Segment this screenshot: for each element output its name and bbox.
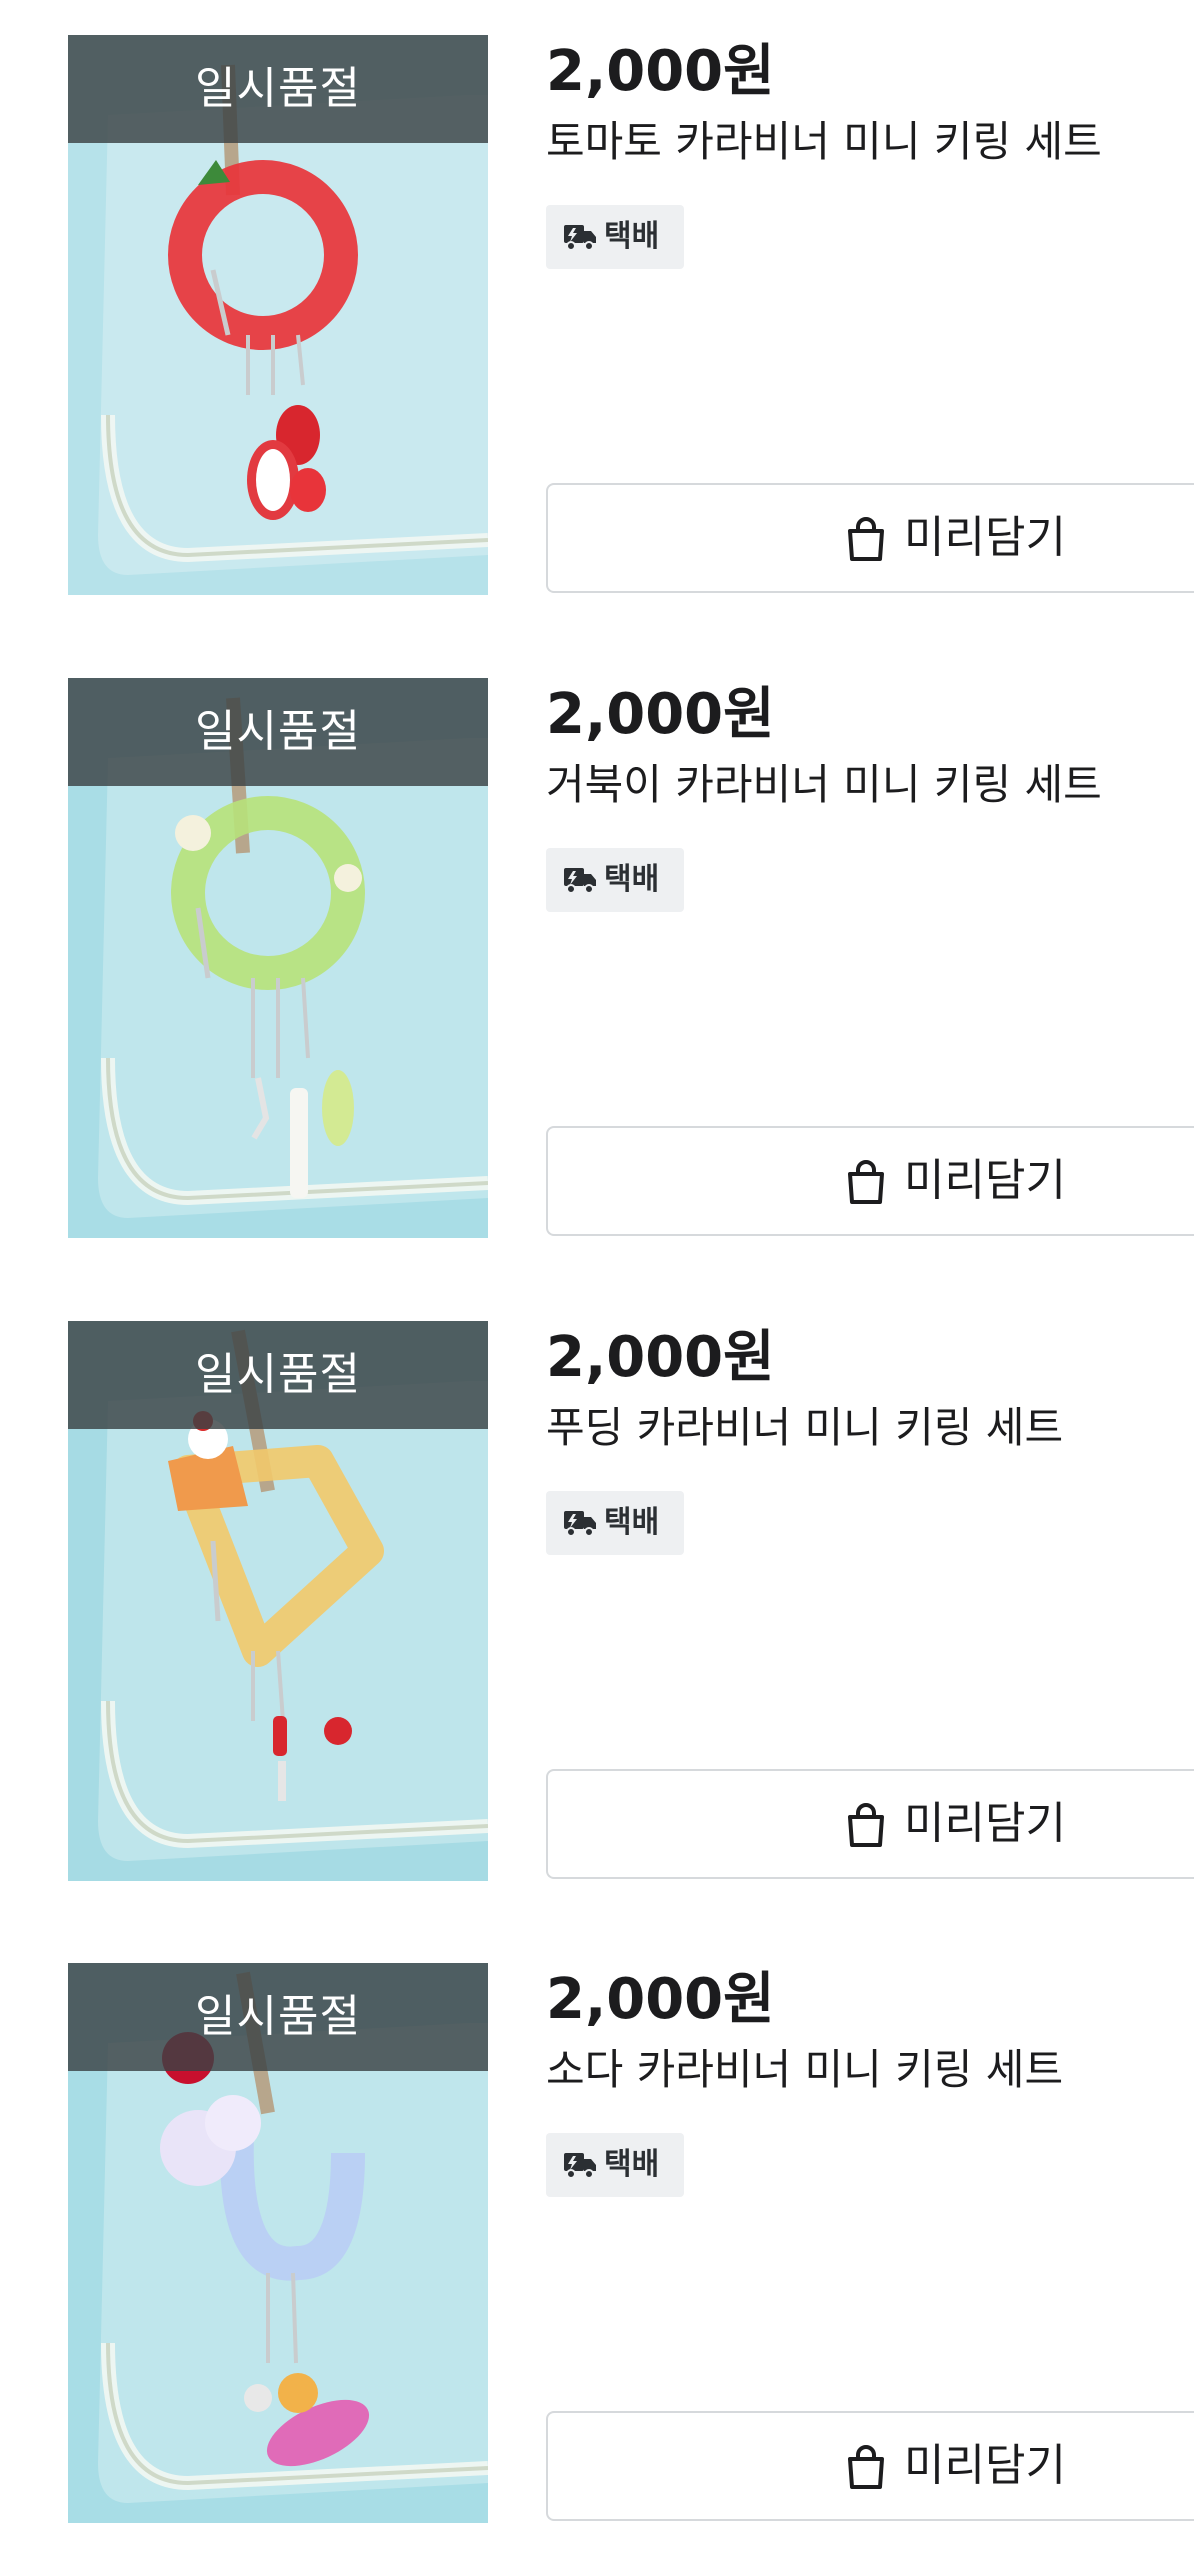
product-image[interactable]: 일시품절 [68,1321,488,1881]
preorder-button-label: 미리담기 [904,1155,1066,1206]
delivery-badge-label: 택배 [604,1505,660,1540]
product-list: 일시품절 2,000원 토마토 카라비너 미니 키링 세트 택배 미리담기 일시… [0,0,1194,2563]
delivery-badge-label: 택배 [604,219,660,254]
delivery-badge-label: 택배 [604,2147,660,2182]
delivery-badge: 택배 [546,205,684,269]
delivery-badge: 택배 [546,2133,684,2197]
soldout-banner: 일시품절 [68,1321,488,1429]
product-price: 2,000원 [546,39,775,104]
delivery-badge-label: 택배 [604,862,660,897]
product-title[interactable]: 토마토 카라비너 미니 키링 세트 [546,112,1102,172]
soldout-banner: 일시품절 [68,35,488,143]
delivery-truck-icon [564,225,596,251]
product-title[interactable]: 거북이 카라비너 미니 키링 세트 [546,755,1102,815]
product-title[interactable]: 소다 카라비너 미니 키링 세트 [546,2040,1063,2100]
product-card[interactable]: 일시품절 2,000원 거북이 카라비너 미니 키링 세트 택배 미리담기 [0,643,1194,1238]
preorder-button[interactable]: 미리담기 [546,1769,1194,1879]
soldout-banner: 일시품절 [68,1963,488,2071]
product-card[interactable]: 일시품절 2,000원 토마토 카라비너 미니 키링 세트 택배 미리담기 [0,0,1194,595]
preorder-button-label: 미리담기 [904,1798,1066,1849]
preorder-button[interactable]: 미리담기 [546,1126,1194,1236]
soldout-banner: 일시품절 [68,678,488,786]
product-card[interactable]: 일시품절 2,000원 푸딩 카라비너 미니 키링 세트 택배 미리담기 [0,1286,1194,1881]
delivery-badge: 택배 [546,848,684,912]
delivery-truck-icon [564,2153,596,2179]
shopping-bag-icon [848,1160,884,1204]
shopping-bag-icon [848,2445,884,2489]
product-image[interactable]: 일시품절 [68,678,488,1238]
preorder-button-label: 미리담기 [904,512,1066,563]
preorder-button[interactable]: 미리담기 [546,483,1194,593]
product-price: 2,000원 [546,682,775,747]
product-image[interactable]: 일시품절 [68,35,488,595]
product-price: 2,000원 [546,1967,775,2032]
delivery-truck-icon [564,868,596,894]
product-card[interactable]: 일시품절 2,000원 소다 카라비너 미니 키링 세트 택배 미리담기 [0,1928,1194,2523]
delivery-badge: 택배 [546,1491,684,1555]
delivery-truck-icon [564,1511,596,1537]
product-price: 2,000원 [546,1325,775,1390]
shopping-bag-icon [848,517,884,561]
product-image[interactable]: 일시품절 [68,1963,488,2523]
product-title[interactable]: 푸딩 카라비너 미니 키링 세트 [546,1398,1063,1458]
preorder-button-label: 미리담기 [904,2440,1066,2491]
preorder-button[interactable]: 미리담기 [546,2411,1194,2521]
shopping-bag-icon [848,1803,884,1847]
